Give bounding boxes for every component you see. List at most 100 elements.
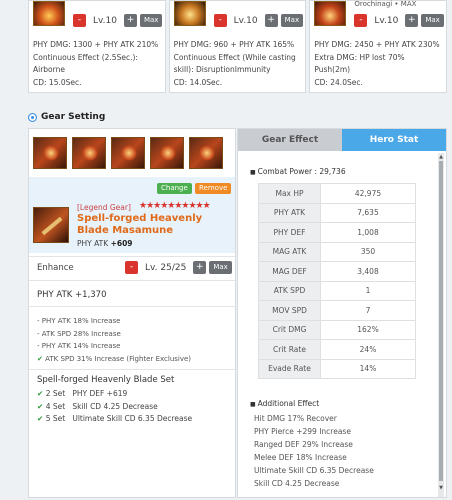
stat-key: Evade Rate	[258, 358, 321, 379]
scroll-down-icon[interactable]: ▼	[439, 485, 443, 491]
option-line: - PHY ATK 18% Increase	[37, 317, 121, 325]
stat-row: MAG DEF 3,408	[258, 261, 416, 282]
level-decrease-button[interactable]: -	[73, 14, 86, 27]
stat-key: MAG ATK	[258, 241, 321, 262]
gear-slots	[33, 137, 223, 169]
weapon-icon	[33, 207, 69, 243]
gear-slot-weapon-icon[interactable]	[33, 137, 67, 169]
level-max-button[interactable]: Max	[139, 14, 163, 27]
level-max-button[interactable]: Max	[280, 14, 304, 27]
skill-cards: - Lv.10 + Max PHY DMG: 1300 + PHY ATK 21…	[28, 0, 448, 93]
stat-tabs: Gear Effect Hero Stat	[238, 129, 446, 151]
enhance-control: - Lv. 25/25 + Max	[125, 261, 232, 274]
skill-desc-line: Push(2m)	[314, 65, 351, 74]
skill-level-control: - Lv.10 + Max	[354, 14, 444, 27]
stat-value: 7	[320, 300, 416, 321]
additional-effect: Skill CD 4.25 Decrease	[254, 479, 340, 488]
divider	[29, 306, 235, 307]
enhance-level: Lv. 25/25	[145, 262, 187, 273]
skill-desc-line: Continuous Effect (While casting	[173, 52, 296, 62]
skill-desc-line: Continuous Effect (2.5Sec.):	[33, 52, 138, 62]
skill-icon[interactable]	[314, 1, 347, 26]
stat-row: MAG ATK 350	[258, 241, 416, 262]
option-text: ATK SPD 31% Increase (Fighter Exclusive)	[45, 354, 192, 363]
stat-value: 14%	[320, 358, 416, 379]
skill-description: PHY DMG: 960 + PHY ATK 165% Continuous E…	[174, 39, 304, 89]
scrollbar[interactable]	[438, 153, 444, 497]
skill-desc-line: CD: 15.0Sec.	[33, 77, 82, 87]
skill-card-1: - Lv.10 + Max PHY DMG: 1300 + PHY ATK 21…	[28, 0, 166, 93]
stat-table: Max HP 42,975 PHY ATK 7,635 PHY DEF 1,008 M…	[258, 183, 416, 379]
gear-setting-header: Gear Setting	[28, 112, 105, 122]
tab-gear-effect[interactable]: Gear Effect	[238, 129, 342, 151]
stat-key: Crit DMG	[258, 319, 321, 340]
gear-setting-radio-icon[interactable]	[28, 112, 37, 122]
set-bonus-list: ✔ 2 Set PHY DEF +619 ✔ 4 Set Skill CD 4.…	[37, 388, 192, 426]
stat-value: 1,008	[320, 222, 416, 243]
stat-row: PHY DEF 1,008	[258, 222, 416, 243]
skill-desc-line: Airborne	[33, 65, 65, 74]
skill-desc-line: skill): DisruptionImmunity	[173, 65, 271, 74]
skill-icon[interactable]	[33, 1, 65, 26]
skill-level-control: - Lv.10 + Max	[213, 14, 304, 27]
level-max-button[interactable]: Max	[421, 14, 444, 27]
gear-setting-title: Gear Setting	[41, 112, 106, 122]
skill-description: PHY DMG: 1300 + PHY ATK 210% Continuous …	[33, 39, 163, 89]
scroll-up-icon[interactable]: ▲	[439, 154, 443, 160]
stat-key: ATK SPD	[258, 280, 321, 301]
selected-gear-detail: Change Remove [Legend Gear] ★★★★★★★★★★ S…	[29, 177, 235, 253]
level-decrease-button[interactable]: -	[213, 14, 227, 27]
enhance-max-button[interactable]: Max	[209, 261, 232, 274]
weapon-name: Spell-forged Heavenly Blade Masamune	[77, 213, 203, 236]
additional-effect: PHY Pierce +299 Increase	[254, 427, 351, 436]
check-icon: ✔	[37, 354, 43, 363]
option-line: - ATK SPD 28% Increase	[37, 329, 121, 338]
set-title: Spell-forged Heavenly Blade Set	[37, 375, 175, 385]
enhance-label: Enhance	[37, 263, 74, 273]
level-increase-button[interactable]: +	[264, 14, 278, 27]
additional-effect: Ranged DEF 29% Increase	[254, 440, 353, 449]
change-gear-button[interactable]: Change	[157, 183, 192, 194]
gear-slot-armor-icon[interactable]	[111, 137, 145, 169]
skill-desc-line: PHY DMG: 960 + PHY ATK 165%	[173, 40, 295, 49]
stat-key: Crit Rate	[258, 339, 321, 360]
set-effect: PHY DEF +619	[72, 389, 128, 398]
remove-gear-button[interactable]: Remove	[195, 183, 232, 194]
stat-key: PHY DEF	[258, 222, 321, 243]
gear-slot-accessory-icon[interactable]	[189, 137, 223, 169]
gear-panel: Change Remove [Legend Gear] ★★★★★★★★★★ S…	[28, 128, 236, 498]
stat-value: 350	[320, 241, 416, 262]
stat-panel: Gear Effect Hero Stat Combat Power : 29,…	[237, 128, 447, 498]
set-pieces: 5 Set	[45, 414, 66, 423]
set-effect: Skill CD 4.25 Decrease	[72, 401, 158, 411]
scrollbar-thumb[interactable]	[439, 161, 443, 481]
stat-value: 24%	[320, 339, 416, 360]
gear-slot-helmet-icon[interactable]	[72, 137, 106, 169]
level-decrease-button[interactable]: -	[354, 14, 368, 27]
skill-desc-line: PHY DMG: 2450 + PHY ATK 230%	[314, 40, 440, 49]
set-bonus: ✔ 5 Set Ultimate Skill CD 6.35 Decrease	[37, 413, 192, 426]
skill-level: Lv.10	[233, 15, 258, 26]
stat-key: MOV SPD	[258, 300, 321, 321]
skill-level-control: - Lv.10 + Max	[73, 14, 163, 27]
enhance-increase-button[interactable]: +	[193, 261, 207, 274]
check-icon: ✔	[37, 389, 44, 398]
skill-icon[interactable]	[173, 1, 206, 26]
tab-hero-stat[interactable]: Hero Stat	[342, 129, 446, 151]
check-icon: ✔	[37, 401, 44, 411]
additional-effect: Hit DMG 17% Recover	[254, 414, 337, 423]
stat-row: Evade Rate 14%	[258, 358, 416, 379]
set-effect: Ultimate Skill CD 6.35 Decrease	[72, 414, 193, 423]
gear-stars: ★★★★★★★★★★	[139, 201, 211, 211]
stat-value: 3,408	[320, 261, 416, 282]
gear-slot-boots-icon[interactable]	[150, 137, 184, 169]
set-bonus: ✔ 2 Set PHY DEF +619	[37, 388, 192, 401]
stat-row: MOV SPD 7	[258, 300, 416, 321]
enhance-decrease-button[interactable]: -	[125, 261, 138, 274]
gear-grade: [Legend Gear]	[77, 203, 131, 212]
set-pieces: 2 Set	[45, 389, 66, 398]
option-line-special: ✔ ATK SPD 31% Increase (Fighter Exclusiv…	[37, 353, 191, 366]
level-increase-button[interactable]: +	[123, 14, 137, 27]
phy-atk-total: PHY ATK +1,370	[37, 290, 107, 300]
level-increase-button[interactable]: +	[405, 14, 419, 27]
